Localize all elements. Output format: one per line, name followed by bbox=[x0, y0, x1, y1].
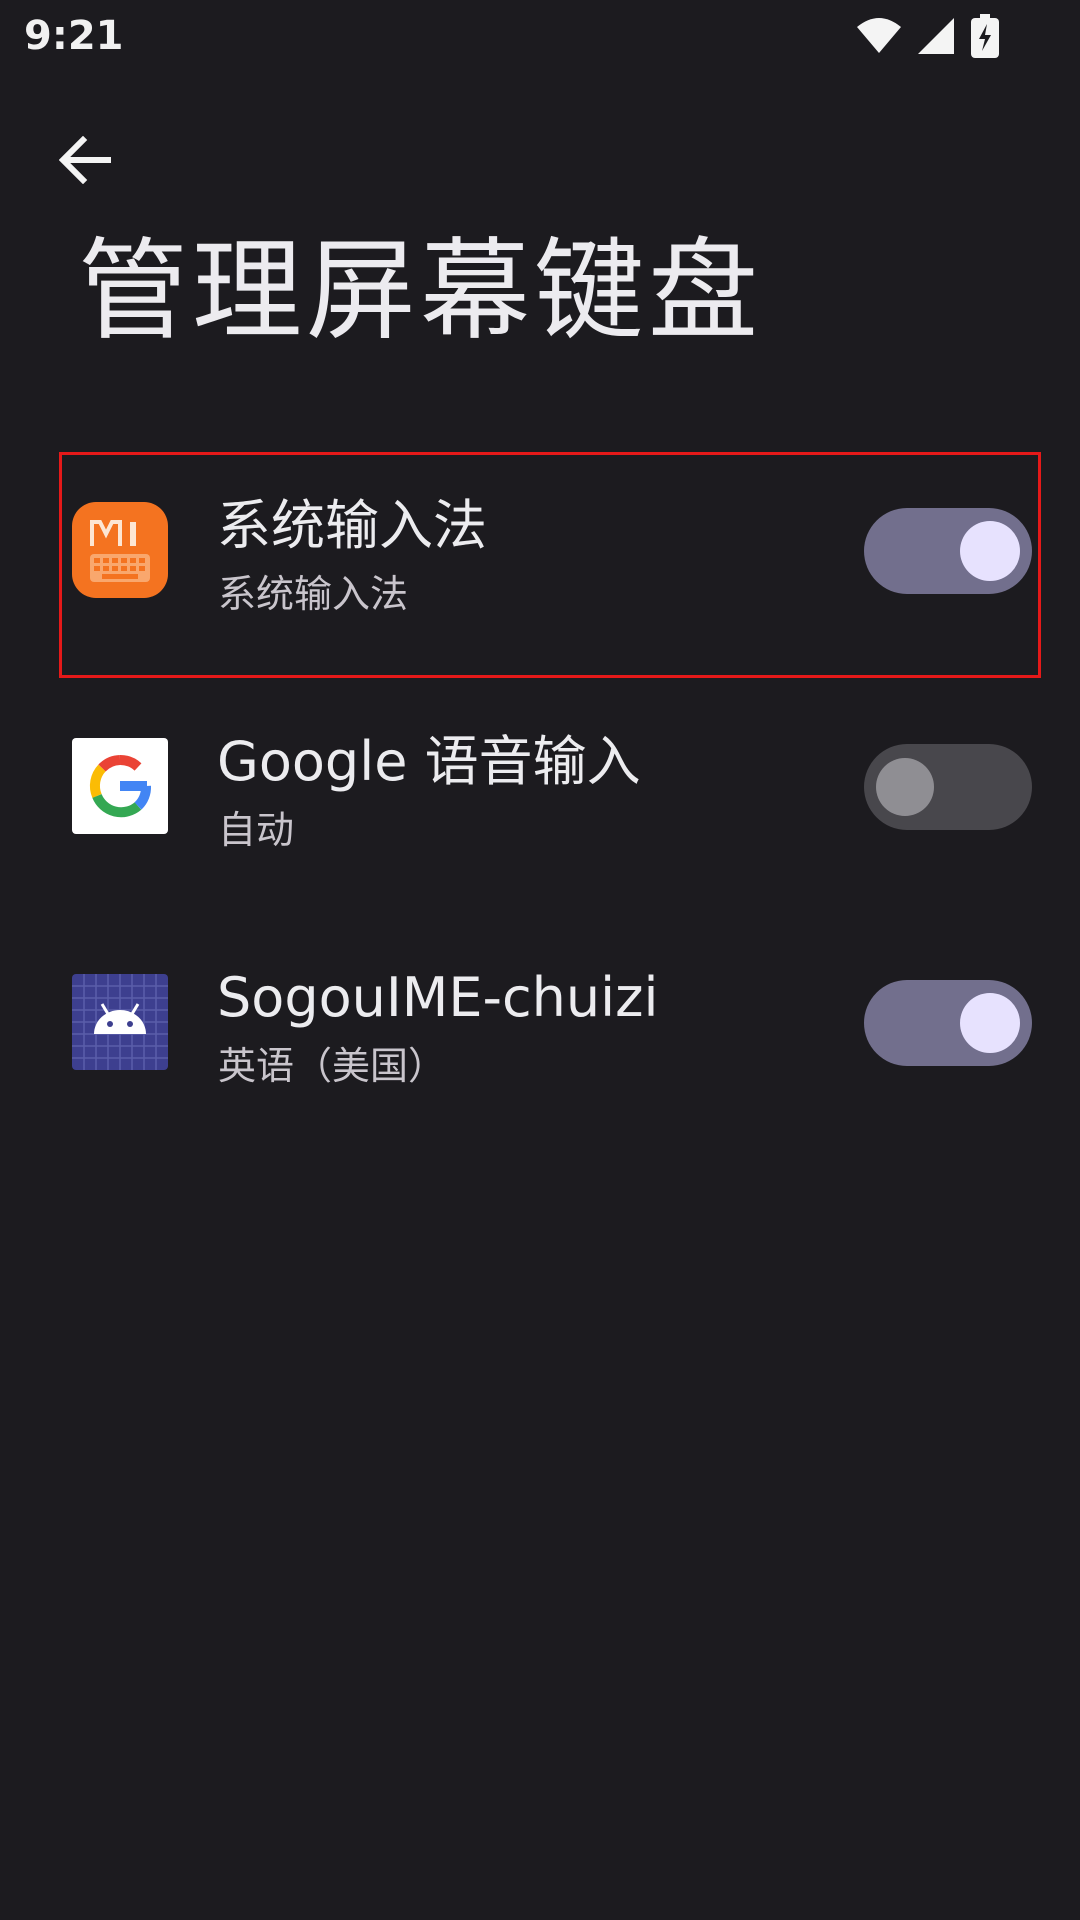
ime-item-system[interactable]: 系统输入法 系统输入法 bbox=[0, 450, 1080, 686]
android-icon bbox=[72, 974, 168, 1070]
wifi-icon bbox=[857, 18, 901, 53]
battery-charging-icon bbox=[971, 14, 999, 58]
mi-keyboard-icon bbox=[72, 502, 168, 598]
ime-item-google-voice[interactable]: Google 语音输入 自动 bbox=[0, 686, 1080, 922]
ime-item-subtitle: 自动 bbox=[218, 808, 295, 852]
cell-signal-icon bbox=[918, 18, 954, 54]
ime-item-sogou[interactable]: SogouIME-chuizi 英语（美国） bbox=[0, 922, 1080, 1158]
switch-thumb bbox=[876, 758, 934, 816]
ime-item-title: 系统输入法 bbox=[217, 494, 487, 557]
page-title: 管理屏幕键盘 bbox=[78, 227, 762, 355]
status-icons bbox=[856, 14, 1000, 58]
switch-thumb bbox=[960, 993, 1020, 1053]
ime-toggle-switch[interactable] bbox=[864, 980, 1032, 1066]
ime-list: 系统输入法 系统输入法 Google 语音输入 自动 SogouIME-chui… bbox=[0, 450, 1080, 1158]
ime-item-title: SogouIME-chuizi bbox=[217, 966, 659, 1029]
arrow-left-icon bbox=[59, 136, 111, 184]
ime-toggle-switch[interactable] bbox=[864, 744, 1032, 830]
ime-toggle-switch[interactable] bbox=[864, 508, 1032, 594]
status-bar: 9:21 bbox=[0, 0, 1080, 72]
ime-item-subtitle: 系统输入法 bbox=[218, 572, 409, 616]
switch-thumb bbox=[960, 521, 1020, 581]
ime-item-title: Google 语音输入 bbox=[217, 730, 641, 793]
google-g-icon bbox=[72, 738, 168, 834]
status-time: 9:21 bbox=[24, 13, 124, 59]
back-button[interactable] bbox=[40, 115, 130, 205]
ime-item-subtitle: 英语（美国） bbox=[218, 1044, 447, 1088]
